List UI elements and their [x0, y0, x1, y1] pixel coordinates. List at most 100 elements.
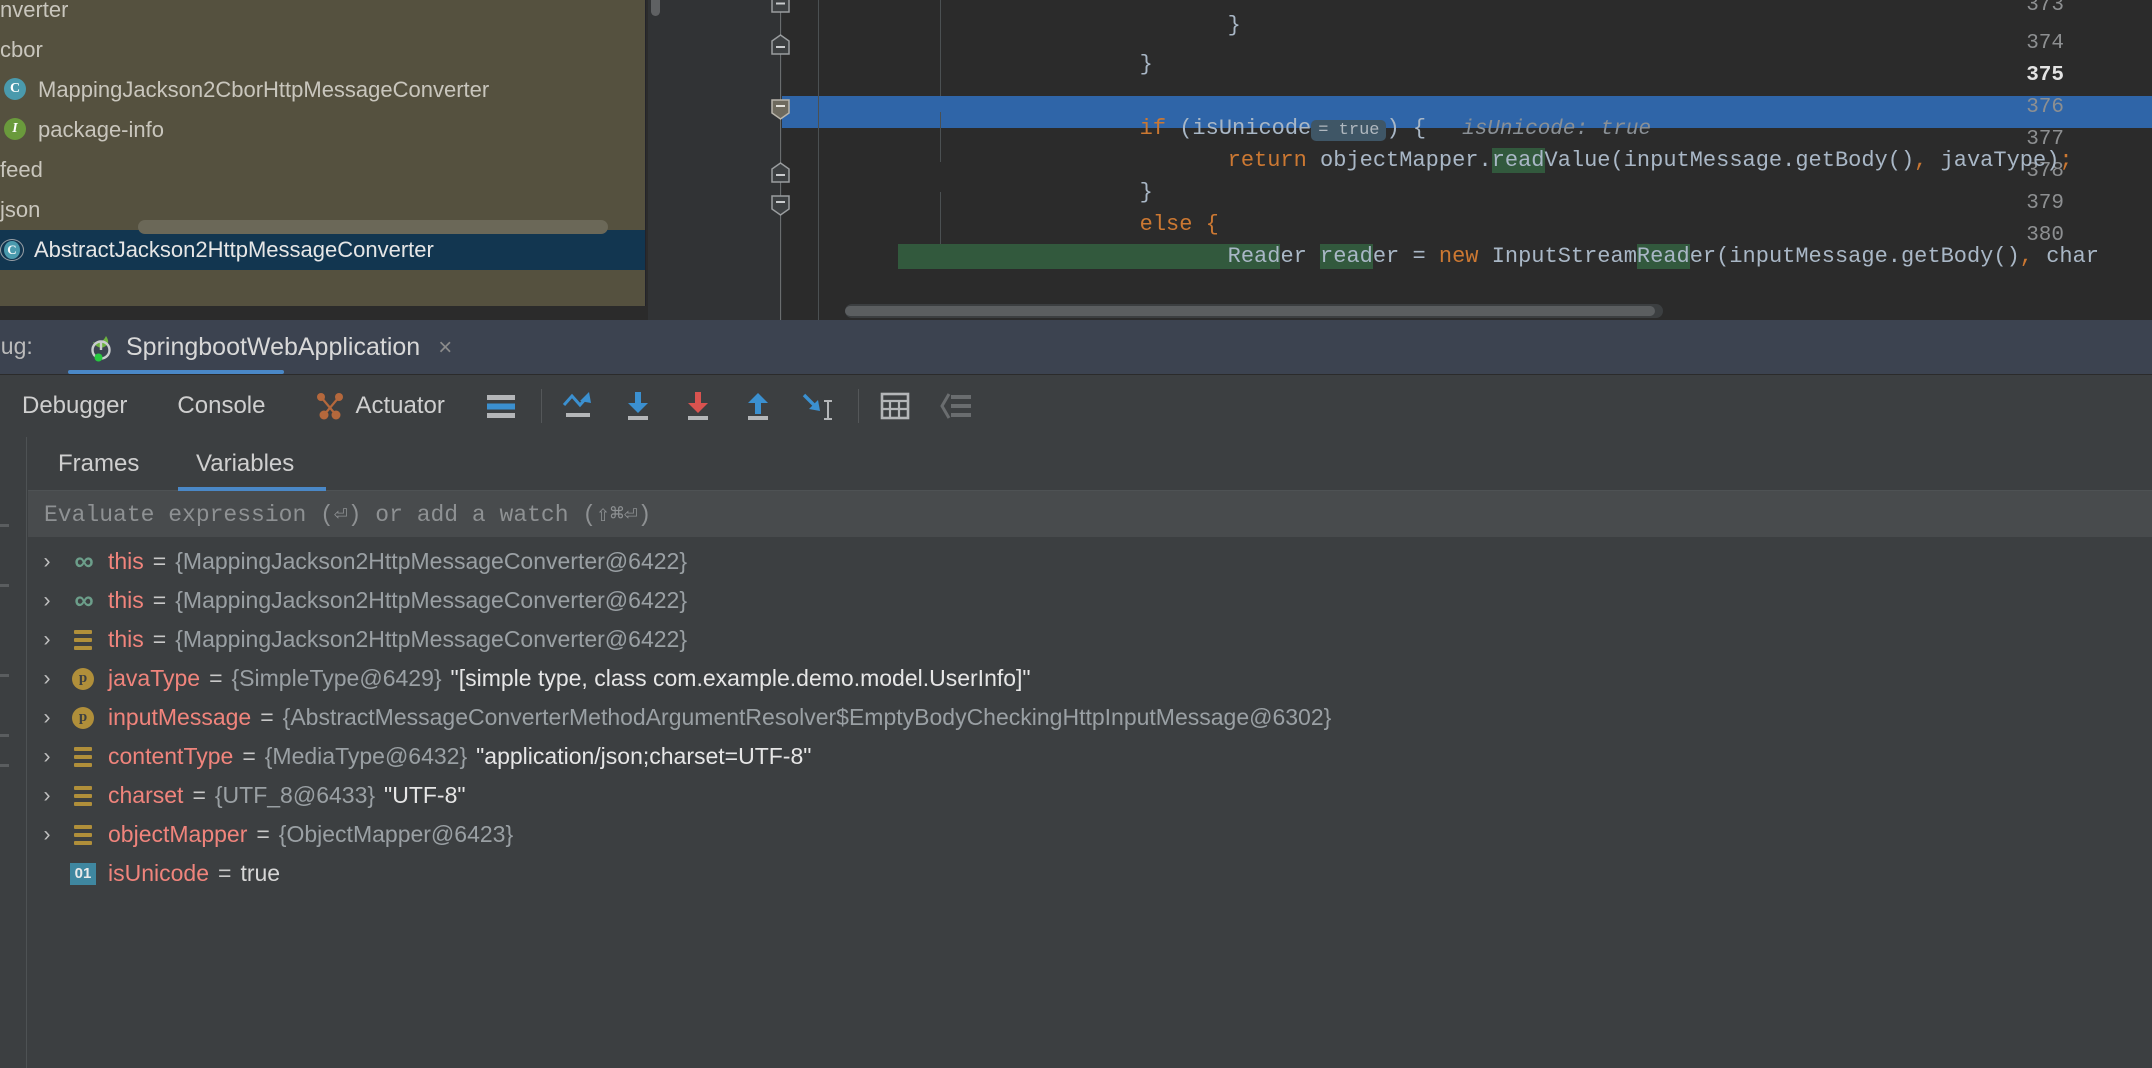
scrollbar-thumb[interactable]: [138, 220, 608, 234]
show-execution-point-icon[interactable]: [556, 384, 600, 428]
search-match-highlight: read: [1491, 148, 1545, 173]
variable-value: true: [240, 860, 281, 886]
list-item[interactable]: cbor: [0, 30, 645, 70]
code-token: ,: [2019, 244, 2033, 269]
variable-reference: {MappingJackson2HttpMessageConverter@642…: [175, 626, 687, 652]
list-item-label: feed: [0, 157, 43, 182]
tab-console-label: Console: [177, 392, 266, 419]
primitive-icon-label: 01: [70, 862, 96, 885]
code-token: er =: [1372, 244, 1439, 269]
scrollbar-thumb[interactable]: [845, 306, 1655, 316]
equals-sign: =: [209, 665, 223, 691]
completion-popup[interactable]: nverter cbor C MappingJackson2CborHttpMe…: [0, 0, 646, 306]
fold-marker-icon[interactable]: [771, 0, 790, 13]
search-match-highlight: read: [1320, 244, 1373, 269]
list-item[interactable]: C MappingJackson2CborHttpMessageConverte…: [0, 70, 645, 110]
variable-row[interactable]: › this = {MappingJackson2HttpMessageConv…: [28, 620, 2152, 659]
equals-sign: =: [260, 704, 274, 730]
debug-window-title: bug:: [0, 333, 33, 359]
tab-debugger[interactable]: Debugger: [22, 392, 127, 420]
debugger-sub-tabs: Frames Variables: [28, 437, 2152, 491]
code-token: ;: [2059, 148, 2073, 173]
active-tab-indicator: [68, 370, 284, 374]
watch-icon: ∞: [74, 585, 93, 615]
variables-tree[interactable]: › ∞ this = {MappingJackson2HttpMessageCo…: [28, 542, 2152, 1068]
variable-reference: {ObjectMapper@6423}: [278, 821, 514, 847]
step-into-icon[interactable]: [676, 384, 720, 428]
editor-vertical-scrollbar[interactable]: [648, 0, 662, 320]
step-out-icon[interactable]: [736, 384, 780, 428]
parameter-icon: p: [66, 706, 100, 729]
list-item[interactable]: I package-info: [0, 110, 645, 150]
code-token: InputStream: [1491, 244, 1637, 269]
step-over-icon[interactable]: [616, 384, 660, 428]
variable-row[interactable]: › p inputMessage = {AbstractMessageConve…: [28, 698, 2152, 737]
code-token: javaType): [1927, 148, 2060, 173]
watch-icon: ∞: [74, 546, 93, 576]
class-icon-letter: C: [4, 78, 26, 100]
equals-sign: =: [256, 821, 270, 847]
code-text-area[interactable]: } } if (isUnicode = true) {isUnicode: tru…: [792, 0, 2152, 320]
variable-row[interactable]: › ∞ this = {MappingJackson2HttpMessageCo…: [28, 542, 2152, 581]
expand-chevron-icon[interactable]: ›: [28, 706, 66, 730]
strip-tick: [0, 524, 9, 527]
evaluate-expression-icon[interactable]: [873, 384, 917, 428]
fold-marker-icon[interactable]: [771, 194, 790, 216]
layout-settings-icon[interactable]: [479, 384, 523, 428]
expand-chevron-icon[interactable]: ›: [28, 589, 66, 613]
fold-marker-icon[interactable]: [771, 34, 790, 55]
interface-icon-letter: I: [4, 118, 26, 140]
threads-and-variables-icon[interactable]: [935, 384, 979, 428]
sub-tab-frames-label: Frames: [58, 450, 140, 477]
spring-boot-icon: [84, 333, 114, 363]
sub-tab-variables[interactable]: Variables: [178, 437, 312, 491]
variable-name: javaType: [108, 665, 201, 691]
variable-reference: {UTF_8@6433}: [214, 782, 376, 808]
popup-horizontal-scrollbar[interactable]: [110, 220, 645, 234]
list-item-label: MappingJackson2CborHttpMessageConverter: [38, 77, 490, 102]
variable-row[interactable]: 01 isUnicode = true: [28, 854, 2152, 893]
expand-chevron-icon[interactable]: ›: [28, 784, 66, 808]
expand-chevron-icon[interactable]: ›: [28, 823, 66, 847]
run-configuration-tab[interactable]: SpringbootWebApplication ×: [68, 320, 468, 375]
variable-reference: {AbstractMessageConverterMethodArgumentR…: [282, 704, 1332, 730]
tab-actuator[interactable]: Actuator: [315, 392, 445, 420]
list-item-label: package-info: [38, 117, 164, 142]
list-item-selected[interactable]: C AbstractJackson2HttpMessageConverter: [0, 230, 645, 270]
code-token: er(inputMessage.getBody(): [1689, 244, 2020, 269]
variable-row[interactable]: › charset = {UTF_8@6433} "UTF-8": [28, 776, 2152, 815]
variable-row[interactable]: › objectMapper = {ObjectMapper@6423}: [28, 815, 2152, 854]
expand-chevron-icon[interactable]: ›: [28, 628, 66, 652]
variable-name: inputMessage: [108, 704, 252, 730]
fold-marker-icon[interactable]: [771, 162, 790, 183]
expand-chevron-icon[interactable]: ›: [28, 745, 66, 769]
variable-row[interactable]: › ∞ this = {MappingJackson2HttpMessageCo…: [28, 581, 2152, 620]
run-to-cursor-icon[interactable]: [796, 384, 840, 428]
debug-window-header: bug: SpringbootWebApplication ×: [0, 320, 2152, 375]
evaluate-expression-input[interactable]: Evaluate expression (⏎) or add a watch (…: [28, 491, 2152, 537]
variable-value: "UTF-8": [384, 782, 466, 808]
debug-toolbar: Debugger Console Actuator: [0, 375, 2152, 437]
expand-chevron-icon[interactable]: ›: [28, 667, 66, 691]
code-line: Reader reader = new InputStreamReader(in…: [792, 209, 2099, 305]
list-item-label: cbor: [0, 37, 43, 62]
variable-row[interactable]: › contentType = {MediaType@6432} "applic…: [28, 737, 2152, 776]
list-item[interactable]: nverter: [0, 0, 645, 30]
sub-tab-frames[interactable]: Frames: [40, 437, 157, 491]
fold-marker-icon[interactable]: [771, 98, 790, 120]
list-item[interactable]: feed: [0, 150, 645, 190]
expand-chevron-icon[interactable]: ›: [28, 550, 66, 574]
debug-side-strip: [0, 437, 27, 1068]
tab-debugger-label: Debugger: [22, 392, 128, 419]
code-token-keyword: new: [1438, 244, 1492, 269]
strip-tick: [0, 764, 9, 767]
list-item-label: nverter: [0, 0, 69, 22]
editor-horizontal-scrollbar[interactable]: [845, 304, 1663, 318]
variable-row[interactable]: › p javaType = {SimpleType@6429} "[simpl…: [28, 659, 2152, 698]
scrollbar-thumb[interactable]: [651, 0, 660, 16]
editor-gutter[interactable]: [662, 0, 782, 320]
tab-console[interactable]: Console: [177, 392, 265, 420]
variable-reference: {MediaType@6432}: [264, 743, 468, 769]
field-icon: [66, 824, 100, 845]
close-icon[interactable]: ×: [438, 334, 452, 362]
